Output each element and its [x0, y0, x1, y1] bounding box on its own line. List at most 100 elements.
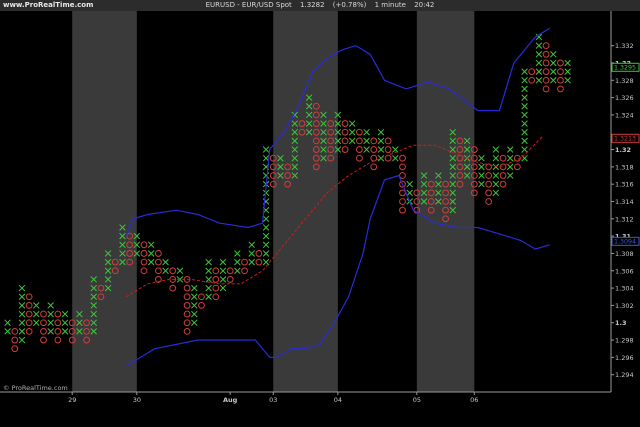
o-box	[140, 250, 148, 257]
x-box	[61, 310, 69, 318]
y-tick-label: 1.324	[615, 111, 634, 119]
x-box	[262, 250, 270, 257]
o-box	[212, 293, 220, 301]
o-box	[25, 302, 33, 309]
x-box	[377, 137, 385, 145]
x-box	[377, 128, 385, 136]
x-box	[4, 319, 11, 326]
x-box	[550, 68, 557, 75]
o-box	[341, 128, 349, 136]
y-tick-label: 1.306	[615, 267, 634, 275]
y-tick-label: 1.298	[615, 337, 634, 345]
watermark: © ProRealTime.com	[3, 384, 68, 392]
y-tick-label: 1.316	[615, 181, 634, 189]
o-box	[169, 284, 177, 292]
x-box	[18, 284, 26, 292]
x-box	[47, 310, 54, 318]
o-box	[40, 310, 47, 318]
x-box	[363, 137, 370, 145]
x-box	[348, 128, 356, 136]
x-box	[205, 276, 212, 283]
o-box	[356, 128, 363, 136]
o-box	[399, 206, 406, 214]
x-tick-label: 04	[334, 396, 342, 404]
x-tick-label: 06	[470, 396, 478, 404]
x-box	[492, 154, 500, 162]
o-box	[513, 163, 521, 171]
x-box	[18, 328, 26, 335]
x-tick-label: 05	[413, 396, 421, 404]
o-box	[154, 267, 162, 275]
o-box	[183, 293, 191, 301]
x-box	[205, 267, 212, 275]
x-box	[506, 172, 514, 179]
o-box	[226, 267, 234, 275]
x-box	[147, 241, 155, 249]
x-box	[492, 172, 500, 179]
x-box	[191, 284, 198, 292]
o-box	[542, 76, 550, 84]
x-box	[18, 302, 26, 309]
lower-bollinger-band	[125, 174, 550, 367]
x-box	[18, 336, 26, 344]
x-box	[363, 146, 370, 153]
y-tick-label: 1.308	[615, 250, 634, 258]
o-box	[255, 258, 263, 266]
o-box	[485, 180, 493, 188]
x-box	[521, 68, 528, 75]
y-tick-label: 1.304	[615, 285, 634, 293]
o-box	[140, 241, 148, 249]
o-box	[154, 258, 162, 266]
x-box	[191, 319, 198, 326]
o-box	[356, 146, 363, 153]
o-box	[399, 163, 406, 171]
x-box	[219, 267, 227, 275]
o-box	[542, 50, 550, 58]
x-tick-label: 30	[133, 396, 141, 404]
x-box	[162, 267, 169, 275]
o-box	[25, 319, 33, 327]
o-box	[542, 85, 550, 93]
o-box	[40, 319, 47, 327]
o-box	[212, 267, 220, 275]
o-box	[25, 293, 33, 301]
x-box	[564, 77, 571, 84]
o-box	[40, 336, 47, 344]
x-box	[219, 276, 227, 283]
x-box	[564, 68, 571, 75]
x-box	[47, 328, 54, 335]
x-box	[521, 137, 528, 145]
y-tick-label: 1.3	[615, 319, 627, 327]
x-box	[535, 77, 543, 84]
chart-window: www.ProRealTime.com EURUSD - EUR/USD Spo…	[0, 0, 640, 427]
x-box	[478, 163, 485, 171]
y-axis-ticks: 1.3321.331.3281.3261.3241.321.3181.3161.…	[611, 42, 634, 379]
x-box	[191, 310, 198, 318]
o-box	[54, 327, 62, 335]
x-box	[147, 258, 155, 266]
o-box	[154, 250, 162, 257]
x-box	[521, 120, 528, 127]
o-box	[542, 68, 550, 76]
o-box	[485, 189, 493, 197]
x-box	[191, 302, 198, 309]
o-box	[557, 59, 564, 67]
x-box	[262, 215, 270, 223]
y-tick-label: 1.296	[615, 354, 634, 362]
o-box	[356, 137, 363, 145]
x-box	[33, 302, 40, 309]
x-box	[506, 163, 514, 171]
o-box	[528, 68, 536, 76]
x-tick-label: 03	[269, 396, 277, 404]
y-tick-label: 1.332	[615, 42, 634, 50]
x-box	[4, 328, 11, 335]
o-box	[54, 319, 62, 327]
x-box	[406, 180, 413, 188]
x-box	[205, 258, 212, 266]
x-box	[521, 102, 528, 110]
o-box	[169, 267, 177, 275]
y-tick-label: 1.302	[615, 302, 634, 310]
x-box	[564, 59, 571, 67]
x-box	[521, 85, 528, 93]
x-box	[521, 94, 528, 101]
